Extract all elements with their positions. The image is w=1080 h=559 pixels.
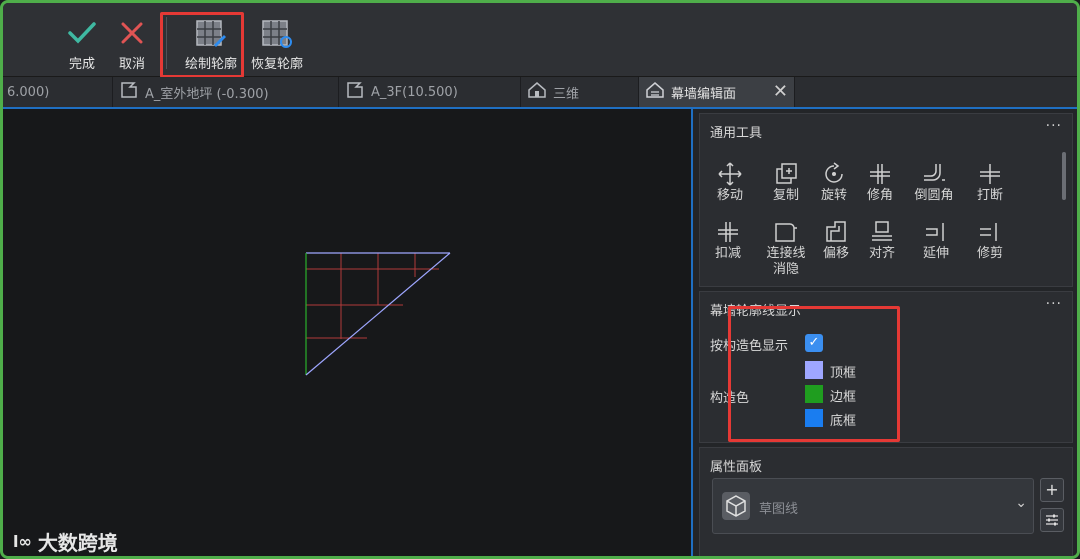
tool-label: 修角 xyxy=(866,188,893,203)
align-tool[interactable]: 对齐 xyxy=(854,218,910,262)
scrollbar[interactable] xyxy=(1062,152,1066,200)
move-tool[interactable]: 移动 xyxy=(702,160,758,204)
fillet-tool[interactable]: 倒圆角 xyxy=(906,160,962,204)
house-3d-icon xyxy=(527,81,547,103)
view-tabs: 6.000) A_室外地坪 (-0.300) A_3F(10.500) 三维 幕… xyxy=(3,77,1077,109)
extend-icon xyxy=(923,218,949,246)
break-tool[interactable]: 打断 xyxy=(962,160,1018,204)
tool-label: 偏移 xyxy=(822,246,849,261)
annotation-highlight-colors xyxy=(728,306,900,442)
subtract-tool[interactable]: 扣减 xyxy=(700,218,756,262)
tool-label: 移动 xyxy=(716,188,743,203)
tool-label-line2: 消隐 xyxy=(772,262,799,277)
floor-plan-icon xyxy=(345,81,365,103)
trim-tool[interactable]: 修剪 xyxy=(962,218,1018,262)
align-icon xyxy=(869,218,895,246)
section-title: 通用工具 xyxy=(710,126,763,141)
app-window: 完成 取消 绘制轮廓 恢复轮廓 6.000) A_室外地坪 (-0.300) A… xyxy=(0,0,1080,559)
trim-icon xyxy=(977,218,1003,246)
trim-corner-icon xyxy=(867,160,893,188)
subtract-icon xyxy=(715,218,741,246)
restore-outline-label: 恢复轮廓 xyxy=(251,57,304,72)
tab-3f[interactable]: A_3F(10.500) xyxy=(339,77,521,107)
watermark-text: 大数跨境 xyxy=(37,531,118,555)
add-button[interactable]: + xyxy=(1040,478,1064,502)
element-type-placeholder: 草图线 xyxy=(759,502,799,517)
hide-connection-tool[interactable]: 连接线 消隐 xyxy=(758,218,814,278)
trim-corner-tool[interactable]: 修角 xyxy=(852,160,908,204)
break-icon xyxy=(977,160,1003,188)
copy-icon xyxy=(773,160,799,188)
move-icon xyxy=(717,160,743,188)
finish-label: 完成 xyxy=(68,57,95,72)
tool-label: 倒圆角 xyxy=(914,188,954,203)
finish-button[interactable]: 完成 xyxy=(67,17,97,73)
fillet-icon xyxy=(921,160,947,188)
properties-section: 属性面板 草图线 ⌄ + xyxy=(699,447,1073,556)
annotation-highlight-draw-outline xyxy=(160,12,244,78)
house-icon xyxy=(645,81,665,103)
cancel-label: 取消 xyxy=(119,57,146,72)
floor-plan-icon xyxy=(119,81,139,103)
tab-level-partial[interactable]: 6.000) xyxy=(3,77,113,107)
tab-label: A_3F(10.500) xyxy=(371,84,458,100)
tool-label: 打断 xyxy=(976,188,1003,203)
curtain-wall-sketch xyxy=(305,252,451,376)
check-icon xyxy=(67,17,97,49)
tab-curtain-wall-edit[interactable]: 幕墙编辑面 ✕ xyxy=(639,77,795,107)
cancel-button[interactable]: 取消 xyxy=(119,17,145,73)
section-title: 属性面板 xyxy=(710,460,763,475)
tool-label: 旋转 xyxy=(820,188,847,203)
chevron-down-icon: ⌄ xyxy=(1015,495,1027,511)
rotate-icon xyxy=(821,160,847,188)
tab-outdoor-ground[interactable]: A_室外地坪 (-0.300) xyxy=(113,77,339,107)
tab-label: A_室外地坪 (-0.300) xyxy=(145,86,269,102)
watermark: l∞ 大数跨境 xyxy=(13,527,118,556)
right-panel: 通用工具 ··· 移动 复制 旋转 修角 倒圆角 打断 扣减 连接线 消隐 偏移… xyxy=(695,109,1077,556)
restore-outline-button[interactable]: 恢复轮廓 xyxy=(251,17,303,73)
tab-close-icon[interactable]: ✕ xyxy=(773,81,788,102)
toolbar: 完成 取消 绘制轮廓 恢复轮廓 xyxy=(3,3,1077,78)
extend-tool[interactable]: 延伸 xyxy=(908,218,964,262)
watermark-logo: l∞ xyxy=(13,532,32,551)
tool-label: 延伸 xyxy=(922,246,949,261)
curtain-wall-restore-icon xyxy=(261,17,293,49)
drawing-canvas[interactable] xyxy=(3,109,693,556)
more-icon[interactable]: ··· xyxy=(1046,118,1062,134)
sliders-icon xyxy=(1046,514,1058,526)
hide-line-icon xyxy=(773,218,799,246)
tool-label: 修剪 xyxy=(976,246,1003,261)
more-icon[interactable]: ··· xyxy=(1046,296,1062,312)
tool-label: 对齐 xyxy=(868,246,895,261)
tab-3d[interactable]: 三维 xyxy=(521,77,639,107)
tab-label: 6.000) xyxy=(7,84,50,100)
close-icon xyxy=(119,17,145,49)
element-type-select[interactable]: 草图线 ⌄ xyxy=(712,478,1034,534)
offset-icon xyxy=(823,218,849,246)
curtain-outline-display-section: 幕墙轮廓线显示 ··· 按构造色显示 ✓ 构造色 顶框 边框 底框 xyxy=(699,291,1073,443)
tool-label: 扣减 xyxy=(714,246,741,261)
tab-label: 三维 xyxy=(553,86,580,102)
tab-label: 幕墙编辑面 xyxy=(671,86,737,102)
general-tools-section: 通用工具 ··· 移动 复制 旋转 修角 倒圆角 打断 扣减 连接线 消隐 偏移… xyxy=(699,113,1073,287)
tool-label: 复制 xyxy=(772,188,799,203)
tool-label: 连接线 xyxy=(766,246,806,261)
cube-icon xyxy=(721,491,751,525)
settings-button[interactable] xyxy=(1040,508,1064,532)
